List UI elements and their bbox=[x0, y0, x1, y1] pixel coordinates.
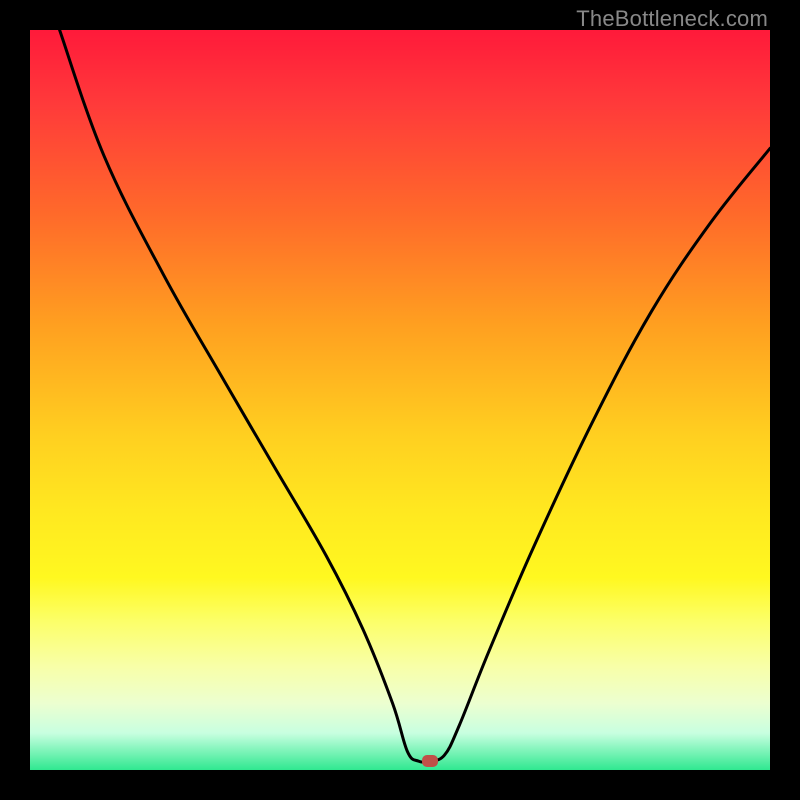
bottleneck-curve bbox=[30, 30, 770, 770]
plot-area bbox=[30, 30, 770, 770]
optimal-point-marker bbox=[422, 755, 438, 767]
chart-frame: TheBottleneck.com bbox=[0, 0, 800, 800]
watermark-text: TheBottleneck.com bbox=[576, 6, 768, 32]
